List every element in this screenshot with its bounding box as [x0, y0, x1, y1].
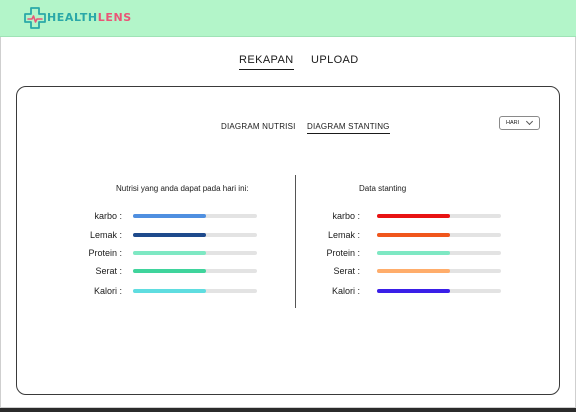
- stunting-row-label: Protein :: [326, 248, 360, 258]
- stunting-row-progress-track: [377, 269, 501, 273]
- stunting-row-label: karbo :: [332, 211, 360, 221]
- stunting-row-progress-fill: [377, 289, 451, 293]
- stunting-row-progress-fill: [377, 269, 451, 273]
- stunting-row-label: Kalori :: [331, 286, 360, 296]
- tab-upload[interactable]: UPLOAD: [311, 54, 359, 66]
- diagram-card: [16, 86, 560, 395]
- nutrition-row-progress-track: [133, 214, 257, 218]
- stunting-row-progress-fill: [377, 214, 451, 218]
- nutrition-row-progress-track: [133, 269, 257, 273]
- stunting-row-progress-track: [377, 214, 501, 218]
- nutrition-row-progress-track: [133, 251, 257, 255]
- period-select[interactable]: HARI: [499, 116, 540, 130]
- stunting-row-progress-track: [377, 251, 501, 255]
- stunting-row-progress-track: [377, 289, 501, 293]
- window-bottom-edge: [0, 408, 576, 412]
- stunting-row-label: Serat :: [333, 266, 360, 276]
- stunting-row-progress-fill: [377, 251, 451, 255]
- nutrition-row-progress-fill: [133, 233, 207, 237]
- nutrition-title: Nutrisi yang anda dapat pada hari ini:: [116, 184, 249, 193]
- stunting-title: Data stanting: [359, 184, 407, 193]
- nutrition-row-label: karbo :: [94, 211, 122, 221]
- brand-lens: LENS: [97, 11, 132, 24]
- nutrition-row-progress-track: [133, 289, 257, 293]
- nutrition-row-progress-track: [133, 233, 257, 237]
- app-brand: HEALTHLENS: [47, 11, 132, 24]
- nutrition-row-label: Lemak :: [89, 230, 122, 240]
- period-select-value: HARI: [506, 120, 520, 126]
- header-bar: HEALTHLENS: [0, 0, 576, 37]
- tab-diagram-nutrisi[interactable]: DIAGRAM NUTRISI: [221, 122, 296, 131]
- nutrition-row-label: Kalori :: [93, 286, 122, 296]
- tab-rekapan[interactable]: REKAPAN: [239, 54, 294, 70]
- chevron-down-icon: [525, 117, 534, 126]
- stunting-row-label: Lemak :: [327, 230, 360, 240]
- nutrition-row-progress-fill: [133, 269, 207, 273]
- column-divider: [295, 175, 296, 308]
- tab-diagram-stanting[interactable]: DIAGRAM STANTING: [307, 122, 390, 134]
- stunting-row-progress-track: [377, 233, 501, 237]
- brand-health: HEALTH: [47, 11, 98, 24]
- health-cross-logo-icon: [24, 7, 46, 29]
- nutrition-row-label: Protein :: [88, 248, 122, 258]
- nutrition-row-progress-fill: [133, 214, 207, 218]
- nutrition-row-label: Serat :: [95, 266, 122, 276]
- nutrition-row-progress-fill: [133, 289, 207, 293]
- stunting-row-progress-fill: [377, 233, 451, 237]
- nutrition-row-progress-fill: [133, 251, 207, 255]
